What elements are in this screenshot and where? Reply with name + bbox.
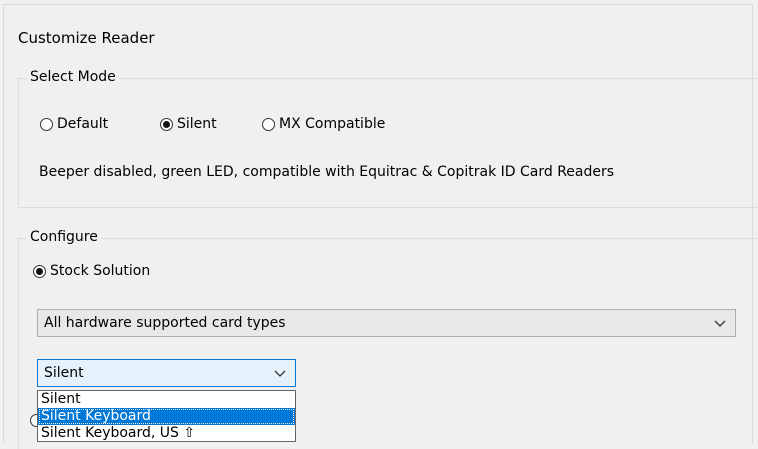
configure-legend: Configure — [27, 229, 101, 245]
card-types-value: All hardware supported card types — [44, 315, 286, 331]
chevron-down-icon — [274, 370, 286, 377]
dropdown-item-silent[interactable]: Silent — [38, 391, 295, 408]
mode-dropdown-list[interactable]: Silent Silent Keyboard Silent Keyboard, … — [37, 390, 296, 442]
mode-select-value: Silent — [44, 365, 84, 381]
radio-stock-solution-circle[interactable] — [33, 264, 46, 278]
card-types-select[interactable]: All hardware supported card types — [37, 309, 736, 337]
select-mode-legend: Select Mode — [27, 69, 119, 85]
radio-default[interactable]: Default — [40, 116, 108, 132]
select-mode-group: Select Mode — [18, 69, 758, 208]
radio-stock-solution[interactable]: Stock Solution — [33, 263, 150, 279]
page-title: Customize Reader — [18, 29, 155, 47]
radio-silent[interactable]: Silent — [160, 116, 217, 132]
radio-silent-label: Silent — [177, 116, 217, 132]
radio-default-label: Default — [57, 116, 109, 132]
mode-description: Beeper disabled, green LED, compatible w… — [39, 164, 615, 180]
dropdown-item-silent-keyboard-us[interactable]: Silent Keyboard, US ⇧ — [38, 425, 295, 441]
dropdown-item-silent-keyboard[interactable]: Silent Keyboard — [38, 408, 295, 425]
chevron-down-icon — [714, 320, 726, 327]
radio-silent-circle[interactable] — [160, 117, 173, 131]
mode-select[interactable]: Silent — [37, 359, 296, 387]
radio-stock-solution-label: Stock Solution — [50, 263, 151, 279]
radio-default-circle[interactable] — [40, 117, 53, 131]
radio-mx-compatible[interactable]: MX Compatible — [262, 116, 385, 132]
radio-mx-compatible-label: MX Compatible — [279, 116, 386, 132]
radio-mx-compatible-circle[interactable] — [262, 117, 275, 131]
